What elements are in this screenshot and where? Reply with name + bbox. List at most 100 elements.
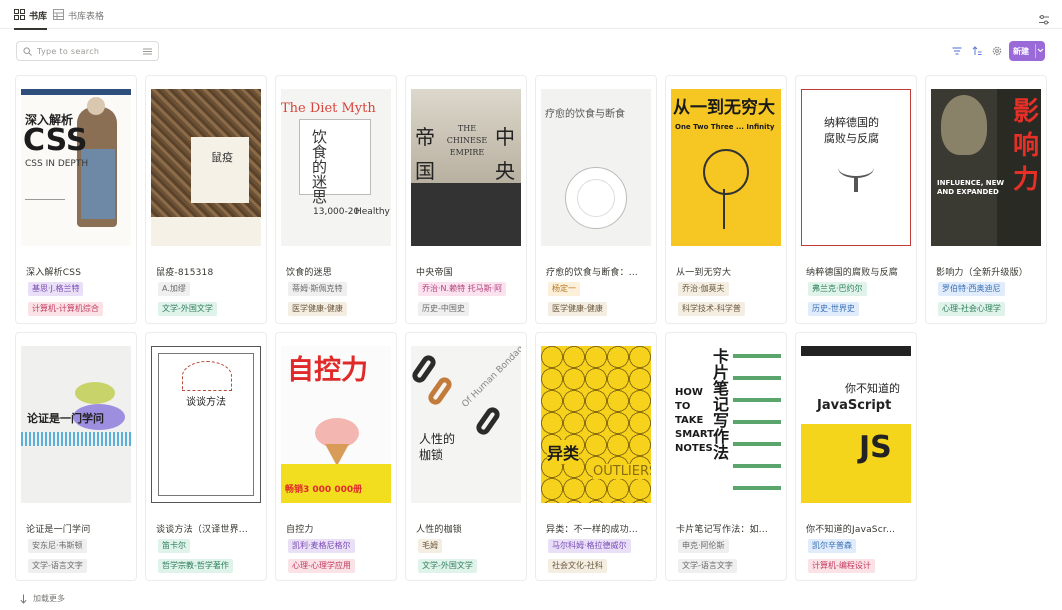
load-more-button[interactable]: 加载更多 [20, 593, 65, 604]
category-tag: 科学技术-科学普 [678, 302, 745, 316]
author-tag: 弗兰克·巴约尔 [808, 282, 867, 296]
book-title: 纳粹德国的腐败与反腐 [806, 268, 899, 278]
cover-title: 疗愈的饮食与断食 [545, 109, 625, 120]
book-cover: 影 响 力 INFLUENCE, NEW AND EXPANDED [931, 89, 1041, 246]
book-title: 中央帝国 [416, 268, 453, 278]
book-card[interactable]: Of Human Bondage 人性的 枷锁 人性的枷锁 毛姆 文学-外国文学 [405, 332, 527, 581]
cover-title: 国 [415, 159, 435, 183]
cover-title: 鼠疫 [211, 151, 233, 164]
cover-title: 中 [495, 125, 515, 149]
cover-title: JavaScript [817, 398, 892, 413]
book-card[interactable]: The Diet Myth 饮食的迷思 13,000-20 Healthy 饮食… [275, 75, 397, 324]
cover-subtitle: CSS IN DEPTH [25, 159, 89, 169]
book-card[interactable]: 影 响 力 INFLUENCE, NEW AND EXPANDED 影响力（全新… [925, 75, 1047, 324]
cover-title: 论证是一门学问 [27, 412, 104, 425]
arrow-down-icon [20, 594, 27, 604]
cover-subtitle: INFLUENCE, NEW AND EXPANDED [937, 179, 1005, 196]
book-title: 异类：不一样的成功... [546, 525, 638, 535]
tab-library[interactable]: 书库 [14, 9, 48, 30]
book-title: 深入解析CSS [26, 268, 82, 278]
book-card[interactable]: 异类 OUTLIERS 异类：不一样的成功... 马尔科姆·格拉德威尔 社会文化… [535, 332, 657, 581]
chevron-down-icon[interactable] [1037, 47, 1044, 54]
book-cover: 谈谈方法 [151, 346, 261, 503]
book-title: 人性的枷锁 [416, 525, 463, 535]
book-cover: The Diet Myth 饮食的迷思 13,000-20 Healthy [281, 89, 391, 246]
category-tag: 计算机-计算机综合 [28, 302, 103, 316]
book-card[interactable]: 卡片笔记写作法 HOW TO TAKE SMART NOTES 卡片笔记写作法：… [665, 332, 787, 581]
cover-title: 力 [1013, 165, 1040, 195]
view-settings-icon[interactable] [1038, 14, 1050, 26]
book-card[interactable]: 自控力 畅销3 000 000册 自控力 凯利·麦格尼格尔 心理-心理学应用 [275, 332, 397, 581]
cover-title: 人性的 [419, 432, 456, 446]
cover-logo: JS [859, 430, 892, 465]
cover-title: 从一到无穷大 [673, 98, 775, 118]
book-card[interactable]: 纳粹德国的 腐败与反腐 纳粹德国的腐败与反腐 弗兰克·巴约尔 历史-世界史 [795, 75, 917, 324]
new-button-label: 新建 [1013, 46, 1029, 56]
cover-title: 响 [1013, 131, 1040, 161]
cover-title: 枷锁 [419, 448, 444, 462]
author-tag: 凯利·麦格尼格尔 [288, 539, 355, 553]
category-tag: 医学健康-健康 [288, 302, 347, 316]
cover-title: The Diet Myth [281, 101, 376, 116]
filter-options-icon[interactable] [143, 47, 152, 56]
author-tag: 笛卡尔 [158, 539, 190, 553]
book-cover: 纳粹德国的 腐败与反腐 [801, 89, 911, 246]
book-cover: 帝 中 国 央 THE CHINESE EMPIRE [411, 89, 521, 246]
cover-title: CSS [23, 123, 88, 158]
book-cover: 你不知道的 JavaScript JS [801, 346, 911, 503]
book-card[interactable]: 论证是一门学问 论证是一门学问 安东尼·韦斯顿 文学-语言文字 [15, 332, 137, 581]
cover-subtitle: OUTLIERS [593, 464, 651, 479]
author-tag: A.加缪 [158, 282, 190, 296]
book-title: 疗愈的饮食与断食：... [546, 268, 638, 278]
book-title: 自控力 [286, 525, 314, 535]
book-card[interactable]: 从一到无穷大 One Two Three ... Infinity 从一到无穷大… [665, 75, 787, 324]
load-more-label: 加载更多 [33, 594, 65, 603]
cover-subtitle: HOW TO TAKE SMART NOTES [675, 387, 714, 454]
search-icon [23, 46, 32, 56]
view-tabs: 书库 书库表格 [0, 0, 1062, 30]
search-box[interactable]: Type to search [16, 41, 159, 61]
book-title: 影响力（全新升级版） [936, 268, 1029, 278]
book-card[interactable]: 谈谈方法 谈谈方法（汉译世界... 笛卡尔 哲学宗教-哲学著作 [145, 332, 267, 581]
author-tag: 基思·J.格兰特 [28, 282, 84, 296]
author-tag: 凯尔辛普森 [808, 539, 856, 553]
category-tag: 文学-外国文学 [158, 302, 217, 316]
category-tag: 文学-语言文字 [28, 559, 87, 573]
cover-title: 异类 [547, 440, 580, 464]
author-tag: 乔治·伽莫夫 [678, 282, 729, 296]
book-title: 你不知道的JavaScr... [806, 525, 896, 535]
filter-icon[interactable] [952, 46, 962, 56]
category-tag: 历史-中国史 [418, 302, 469, 316]
book-cover: 疗愈的饮食与断食 [541, 89, 651, 246]
author-tag: 杨定一 [548, 282, 580, 296]
book-card[interactable]: 帝 中 国 央 THE CHINESE EMPIRE 中央帝国 乔治·N.赖特 … [405, 75, 527, 324]
author-tag: 马尔科姆·格拉德威尔 [548, 539, 631, 553]
tab-library-table[interactable]: 书库表格 [53, 9, 104, 29]
author-tag: 申克·阿伦斯 [678, 539, 729, 553]
category-tag: 文学-外国文学 [418, 559, 477, 573]
book-title: 论证是一门学问 [26, 525, 91, 535]
sort-icon[interactable] [972, 46, 982, 56]
gear-icon[interactable] [992, 46, 1002, 56]
cover-title: 饮食的迷思 [310, 129, 328, 204]
author-tag: 毛姆 [418, 539, 442, 553]
book-card[interactable]: 深入解析 CSS CSS IN DEPTH 深入解析CSS 基思·J.格兰特 计… [15, 75, 137, 324]
new-button[interactable]: 新建 [1009, 41, 1045, 61]
category-tag: 心理-心理学应用 [288, 559, 355, 573]
category-tag: 社会文化-社科 [548, 559, 607, 573]
book-cover: Of Human Bondage 人性的 枷锁 [411, 346, 521, 503]
category-tag: 历史-世界史 [808, 302, 859, 316]
book-card[interactable]: 你不知道的 JavaScript JS 你不知道的JavaScr... 凯尔辛普… [795, 332, 917, 581]
author-tag: 乔治·N.赖特 托马斯·阿 [418, 282, 506, 296]
book-card[interactable]: 鼠疫 鼠疫-815318 A.加缪 文学-外国文学 [145, 75, 267, 324]
cover-title: 央 [495, 159, 515, 183]
category-tag: 心理-社会心理学 [938, 302, 1005, 316]
book-cover: 深入解析 CSS CSS IN DEPTH [21, 89, 131, 246]
cover-title: 影 [1013, 97, 1040, 127]
book-card[interactable]: 疗愈的饮食与断食 疗愈的饮食与断食：... 杨定一 医学健康-健康 [535, 75, 657, 324]
search-input[interactable]: Type to search [37, 47, 138, 56]
author-tag: 罗伯特·西奥迪尼 [938, 282, 1005, 296]
book-cover: 自控力 畅销3 000 000册 [281, 346, 391, 503]
category-tag: 哲学宗教-哲学著作 [158, 559, 233, 573]
book-title: 卡片笔记写作法：如... [676, 525, 768, 535]
